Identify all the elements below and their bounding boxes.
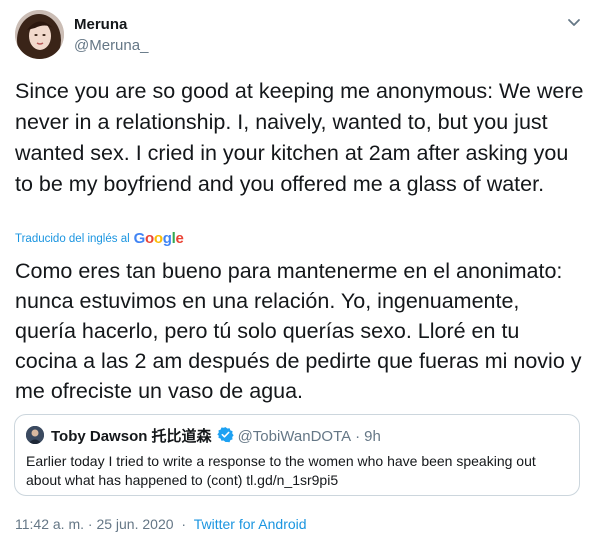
quoted-author-handle: @TobiWanDOTA [237, 428, 352, 445]
tweet-footer: 11:42 a. m. · 25 jun. 2020 · Twitter for… [15, 515, 307, 533]
author-name[interactable]: Meruna [74, 15, 127, 34]
translated-tweet-text: Como eres tan bueno para mantenerme en e… [15, 259, 582, 403]
avatar[interactable] [15, 10, 64, 59]
tweet-text: Since you are so good at keeping me anon… [15, 79, 584, 196]
quoted-avatar [26, 426, 44, 444]
quoted-tweet-text: Earlier today I tried to write a respons… [26, 453, 536, 488]
tweet-timestamp[interactable]: 11:42 a. m. · 25 jun. 2020 [15, 516, 174, 532]
quoted-separator: · [355, 428, 361, 445]
verified-badge-icon [216, 426, 234, 448]
translation-attribution[interactable]: Traducido del inglés al Google [15, 230, 184, 248]
google-logo: Google [133, 230, 184, 247]
avatar-image [15, 10, 64, 59]
tweet-source-link[interactable]: Twitter for Android [194, 516, 307, 532]
quoted-author-name: Toby Dawson 托比道森 [51, 428, 212, 445]
quoted-time: 9h [364, 428, 381, 445]
tweet-card: Meruna @Meruna_ Since you are so good at… [0, 0, 594, 546]
footer-separator: · [181, 516, 187, 532]
quoted-tweet[interactable]: Toby Dawson 托比道森 @TobiWanDOTA · 9h Earli… [14, 414, 580, 496]
author-handle[interactable]: @Meruna_ [74, 36, 148, 55]
quoted-header: Toby Dawson 托比道森 @TobiWanDOTA · 9h [51, 426, 381, 448]
translated-by-label: Traducido del inglés al [15, 233, 130, 245]
chevron-down-icon[interactable] [564, 12, 584, 32]
